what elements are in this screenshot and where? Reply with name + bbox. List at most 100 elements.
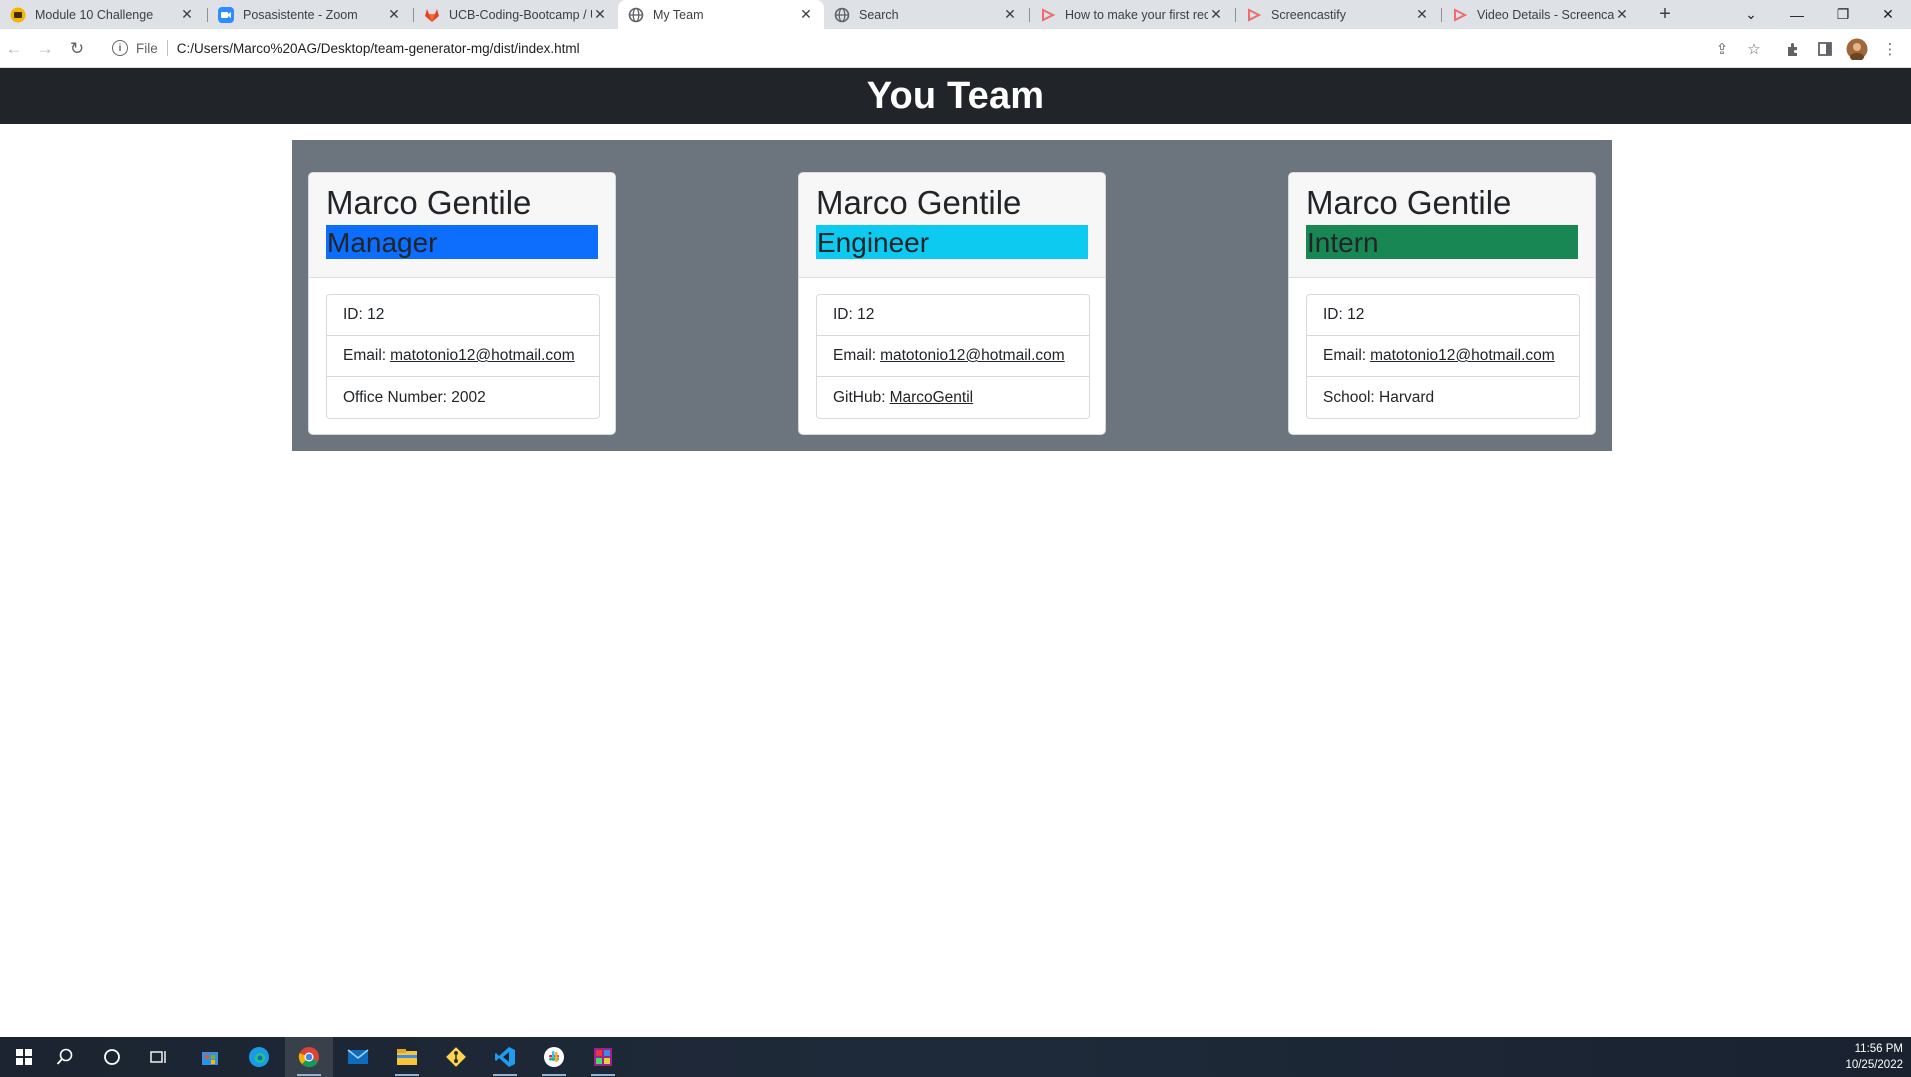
plus-icon: + — [1659, 3, 1671, 25]
tab-gitlab[interactable]: UCB-Coding-Bootcamp / U ✕ — [414, 0, 618, 29]
back-button[interactable]: ← — [0, 35, 28, 63]
employee-role-badge: Manager — [326, 225, 598, 259]
tab-close-icon[interactable]: ✕ — [798, 6, 814, 23]
school-text: School: Harvard — [1323, 388, 1435, 406]
tab-screencastify[interactable]: Screencastify ✕ — [1236, 0, 1440, 29]
tab-close-icon[interactable]: ✕ — [1614, 6, 1630, 23]
winrar-icon[interactable] — [579, 1037, 627, 1077]
zoom-favicon-icon — [218, 6, 234, 23]
chrome-icon[interactable] — [285, 1037, 333, 1077]
profile-avatar[interactable] — [1846, 38, 1868, 60]
forward-button[interactable]: → — [31, 35, 59, 63]
employee-id: ID: 12 — [1307, 295, 1579, 336]
employee-email: Email: matotonio12@hotmail.com — [327, 336, 599, 377]
browser-toolbar: ← → ↻ i File C:/Users/Marco%20AG/Desktop… — [0, 29, 1911, 68]
tab-video-details[interactable]: Video Details - Screencast ✕ — [1442, 0, 1640, 29]
url-text[interactable]: C:/Users/Marco%20AG/Desktop/team-generat… — [177, 41, 580, 56]
minimize-button[interactable]: — — [1774, 0, 1820, 29]
globe-favicon-icon — [834, 7, 850, 23]
screencastify-favicon-icon — [1040, 7, 1056, 23]
id-text: ID: 12 — [1323, 306, 1365, 323]
employee-email: Email: matotonio12@hotmail.com — [1307, 336, 1579, 377]
tab-close-icon[interactable]: ✕ — [1002, 6, 1018, 23]
tab-close-icon[interactable]: ✕ — [386, 6, 402, 23]
tab-zoom[interactable]: Posasistente - Zoom ✕ — [208, 0, 412, 29]
share-icon[interactable]: ⇪ — [1711, 38, 1733, 60]
vscode-icon[interactable] — [481, 1037, 529, 1077]
tab-title: Posasistente - Zoom — [243, 7, 358, 22]
tab-title: Search — [859, 7, 899, 22]
arrow-left-icon: ← — [5, 39, 23, 58]
screencastify-favicon-icon — [1452, 7, 1468, 23]
tab-how-to-record[interactable]: How to make your first rec ✕ — [1030, 0, 1234, 29]
tab-close-icon[interactable]: ✕ — [1208, 6, 1224, 23]
employee-card-engineer: Marco Gentile Engineer ID: 12 Email: mato… — [798, 172, 1106, 435]
restore-button[interactable]: ❐ — [1820, 0, 1866, 29]
chevron-down-icon: ⌄ — [1745, 6, 1757, 22]
git-icon[interactable] — [432, 1037, 480, 1077]
screencastify-favicon-icon — [1246, 7, 1262, 23]
windows-taskbar: 11:56 PM 10/25/2022 — [0, 1037, 1911, 1077]
task-view-icon[interactable] — [135, 1037, 183, 1077]
info-icon[interactable]: i — [112, 40, 128, 56]
browser-tab-strip: Module 10 Challenge ✕ Posasistente - Zoo… — [0, 0, 1911, 29]
employee-card-manager: Marco Gentile Manager ID: 12 Email: matot… — [308, 172, 616, 435]
scheme-label: File — [136, 40, 158, 56]
tab-title: Video Details - Screencast — [1477, 7, 1614, 22]
gitlab-favicon-icon — [424, 7, 440, 23]
clock-time: 11:56 PM — [1854, 1043, 1903, 1055]
mail-icon[interactable] — [334, 1037, 382, 1077]
tab-module-10-challenge[interactable]: Module 10 Challenge ✕ — [0, 0, 205, 29]
tab-my-team[interactable]: My Team ✕ — [618, 0, 824, 29]
tab-title: Screencastify — [1271, 7, 1347, 22]
menu-kebab-icon[interactable]: ⋮ — [1879, 38, 1901, 60]
tab-close-icon[interactable]: ✕ — [592, 6, 608, 23]
reload-button[interactable]: ↻ — [63, 35, 91, 63]
card-header: Marco Gentile Manager — [309, 173, 615, 278]
office-number-text: Office Number: 2002 — [343, 388, 486, 406]
file-explorer-icon[interactable] — [383, 1037, 431, 1077]
employee-github: GitHub: MarcoGentil — [817, 377, 1089, 418]
extensions-icon[interactable] — [1782, 38, 1804, 60]
clock-date: 10/25/2022 — [1845, 1059, 1903, 1071]
employee-card-intern: Marco Gentile Intern ID: 12 Email: matoto… — [1288, 172, 1596, 435]
employee-name: Marco Gentile — [816, 184, 1022, 221]
tab-search-dropdown[interactable]: ⌄ — [1728, 0, 1774, 29]
system-clock[interactable]: 11:56 PM 10/25/2022 — [1845, 1041, 1903, 1073]
id-text: ID: 12 — [833, 306, 875, 323]
close-window-button[interactable]: ✕ — [1865, 0, 1911, 29]
reload-icon: ↻ — [69, 39, 85, 58]
employee-details-list: ID: 12 Email: matotonio12@hotmail.com Git… — [816, 294, 1090, 419]
new-tab-button[interactable]: + — [1650, 0, 1680, 29]
restore-icon: ❐ — [1836, 6, 1850, 22]
store-icon[interactable] — [186, 1037, 234, 1077]
github-link[interactable]: MarcoGentil — [890, 389, 974, 407]
employee-details-list: ID: 12 Email: matotonio12@hotmail.com Sch… — [1306, 294, 1580, 419]
email-label: Email: — [1323, 347, 1367, 364]
id-text: ID: 12 — [343, 306, 385, 323]
tab-title: UCB-Coding-Bootcamp / U — [449, 7, 592, 22]
employee-email: Email: matotonio12@hotmail.com — [817, 336, 1089, 377]
bookmark-star-icon[interactable]: ☆ — [1743, 38, 1765, 60]
side-panel-icon[interactable] — [1814, 38, 1836, 60]
tab-title: Module 10 Challenge — [35, 7, 154, 22]
address-bar[interactable]: i File C:/Users/Marco%20AG/Desktop/team-… — [100, 33, 1480, 63]
slack-icon[interactable] — [530, 1037, 578, 1077]
employee-office-number: Office Number: 2002 — [327, 377, 599, 418]
team-container: Marco Gentile Manager ID: 12 Email: matot… — [292, 140, 1612, 451]
tab-search[interactable]: Search ✕ — [824, 0, 1028, 29]
employee-name: Marco Gentile — [1306, 184, 1512, 221]
card-header: Marco Gentile Intern — [1289, 173, 1595, 278]
email-link[interactable]: matotonio12@hotmail.com — [880, 347, 1065, 365]
employee-role-badge: Intern — [1306, 225, 1578, 259]
email-link[interactable]: matotonio12@hotmail.com — [390, 347, 575, 365]
cortana-icon[interactable] — [88, 1037, 136, 1077]
email-label: Email: — [833, 347, 877, 364]
page-title: You Team — [866, 74, 1045, 117]
tab-close-icon[interactable]: ✕ — [1414, 6, 1430, 23]
tab-title: My Team — [653, 7, 704, 22]
email-link[interactable]: matotonio12@hotmail.com — [1370, 347, 1555, 365]
edge-icon[interactable] — [235, 1037, 283, 1077]
tab-close-icon[interactable]: ✕ — [179, 6, 195, 23]
search-icon[interactable] — [41, 1037, 89, 1077]
